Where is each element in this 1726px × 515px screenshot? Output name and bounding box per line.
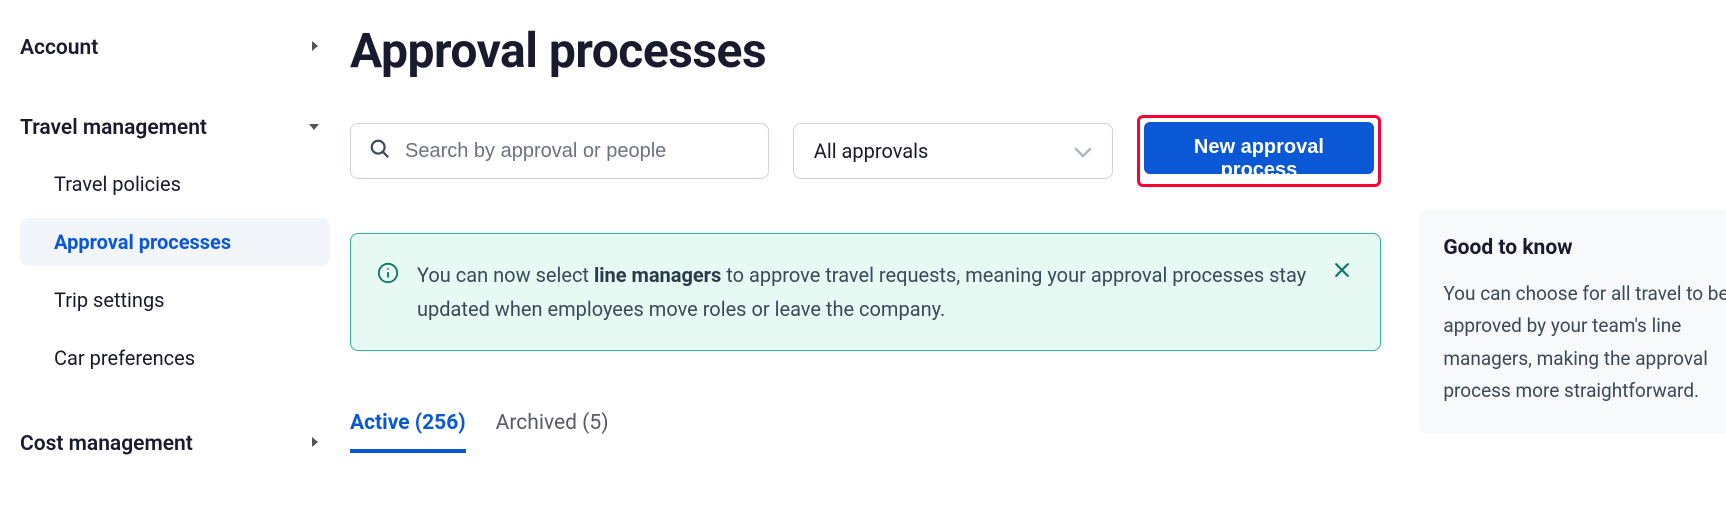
aside: Good to know You can choose for all trav… — [1419, 22, 1726, 515]
tab-active[interactable]: Active (256) — [350, 403, 466, 453]
info-icon — [377, 258, 399, 288]
highlight-annotation: New approval process — [1137, 115, 1382, 187]
good-to-know-body: You can choose for all travel to be appr… — [1443, 278, 1726, 407]
caret-right-icon — [310, 40, 320, 56]
controls-row: All approvals New approval process — [350, 115, 1381, 187]
search-icon — [369, 138, 391, 164]
filter-selected-value: All approvals — [814, 139, 929, 163]
nav-item-travel-policies[interactable]: Travel policies — [20, 160, 330, 208]
filter-select[interactable]: All approvals — [793, 123, 1113, 179]
info-banner: You can now select line managers to appr… — [350, 233, 1381, 351]
tab-label: Archived — [496, 411, 577, 435]
nav-section-account[interactable]: Account — [20, 30, 330, 66]
nav-section-travel-management[interactable]: Travel management — [20, 110, 330, 146]
tab-count: 5 — [589, 411, 601, 435]
chevron-down-icon — [1074, 139, 1092, 163]
new-approval-process-button[interactable]: New approval process — [1144, 122, 1375, 174]
nav-section-label: Travel management — [20, 116, 207, 140]
search-input[interactable] — [405, 140, 750, 163]
nav-section-cost-management[interactable]: Cost management — [20, 426, 330, 462]
nav-item-car-preferences[interactable]: Car preferences — [20, 334, 330, 382]
sidebar: Account Travel management Travel policie… — [0, 0, 340, 515]
nav-item-trip-settings[interactable]: Trip settings — [20, 276, 330, 324]
nav-item-approval-processes[interactable]: Approval processes — [20, 218, 330, 266]
banner-text-prefix: You can now select — [417, 263, 594, 287]
tabs: Active (256) Archived (5) — [350, 403, 1381, 453]
close-icon — [1332, 268, 1352, 283]
caret-right-icon — [310, 436, 320, 452]
nav-section-label: Account — [20, 36, 98, 60]
tab-archived[interactable]: Archived (5) — [496, 403, 609, 453]
banner-text: You can now select line managers to appr… — [417, 258, 1312, 326]
nav-subitems: Travel policies Approval processes Trip … — [20, 160, 330, 382]
search-box[interactable] — [350, 123, 769, 179]
tab-label: Active — [350, 411, 410, 435]
nav-section-label: Cost management — [20, 432, 193, 456]
good-to-know-card: Good to know You can choose for all trav… — [1419, 210, 1726, 433]
banner-close-button[interactable] — [1330, 258, 1354, 285]
page-title: Approval processes — [350, 22, 1381, 79]
tab-count: 256 — [422, 411, 458, 435]
caret-down-icon — [308, 120, 320, 136]
good-to-know-title: Good to know — [1443, 236, 1726, 260]
banner-text-bold: line managers — [594, 263, 721, 287]
